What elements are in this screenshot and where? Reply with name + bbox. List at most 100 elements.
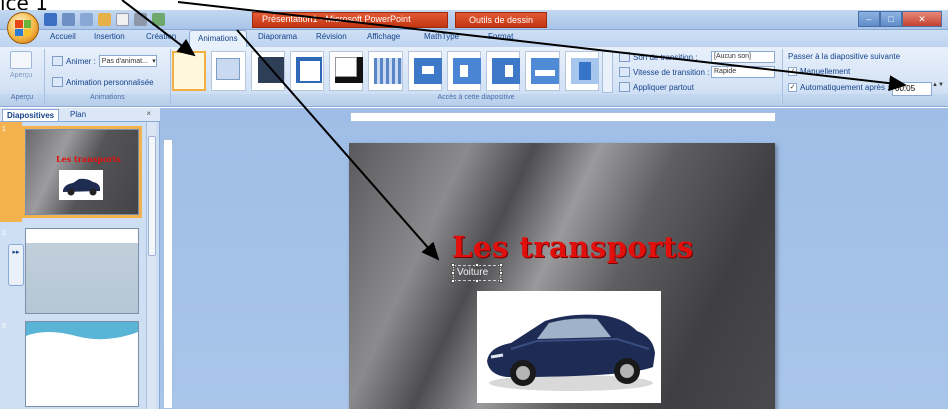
- thumb-header-band: [26, 229, 138, 243]
- tab-accueil[interactable]: Accueil: [50, 32, 76, 41]
- resize-handle[interactable]: [499, 271, 503, 275]
- quick-access-toolbar: [44, 13, 165, 26]
- group-label-transition: Accès à cette diapositive: [171, 94, 781, 106]
- ribbon-animations: Aperçu Aperçu Animer : Pas d'animat... ▾…: [0, 47, 948, 107]
- transition-thumb[interactable]: [564, 51, 599, 91]
- close-button[interactable]: ✕: [902, 11, 942, 27]
- slide-thumbnail-2[interactable]: [25, 228, 139, 314]
- auto-advance-checkbox[interactable]: ✓: [788, 83, 797, 92]
- scrollbar-thumb[interactable]: [148, 136, 156, 256]
- redo-icon[interactable]: [80, 13, 93, 26]
- chevron-down-icon: ▾: [152, 58, 156, 65]
- animer-value: Pas d'animat...: [101, 57, 148, 65]
- transition-thumb[interactable]: [525, 51, 560, 91]
- thumb-title: Les transports: [56, 154, 121, 164]
- gallery-scroll[interactable]: [602, 51, 613, 93]
- transition-thumb[interactable]: [368, 51, 403, 91]
- speed-icon: [619, 67, 630, 77]
- transition-thumb[interactable]: [289, 51, 325, 91]
- horizontal-ruler: [350, 112, 776, 122]
- transition-thumb[interactable]: [250, 51, 285, 91]
- animate-icon: [52, 56, 63, 66]
- transition-thumb[interactable]: [407, 51, 442, 91]
- customize-qat-icon[interactable]: [152, 13, 165, 26]
- thumb-wave: [26, 322, 138, 340]
- resize-handle[interactable]: [451, 271, 455, 275]
- ribbon-tabs: Accueil Insertion Création Animations Di…: [0, 30, 948, 48]
- custom-animation-label: Animation personnalisée: [66, 77, 154, 87]
- new-icon[interactable]: [116, 13, 129, 26]
- custom-animation-button[interactable]: Animation personnalisée: [52, 77, 154, 87]
- tab-mathtype[interactable]: MathType: [424, 32, 459, 41]
- slide-canvas[interactable]: Les transports Voiture: [349, 143, 775, 409]
- tab-revision[interactable]: Révision: [316, 32, 347, 41]
- pane-scrollbar[interactable]: [146, 122, 156, 409]
- office-logo-icon: [15, 20, 31, 36]
- advance-on-click-row: ✓ Manuellement: [788, 67, 850, 76]
- maximize-button[interactable]: □: [880, 11, 902, 27]
- transition-none-thumb[interactable]: [172, 51, 207, 91]
- tab-creation[interactable]: Création: [146, 32, 176, 41]
- preview-button[interactable]: [10, 51, 32, 69]
- preview-label: Aperçu: [10, 72, 33, 79]
- resize-handle[interactable]: [475, 263, 479, 267]
- vertical-ruler: [163, 139, 173, 409]
- resize-handle[interactable]: [499, 279, 503, 283]
- transition-sound-row: Son de transition :: [619, 52, 697, 62]
- transition-gallery: [172, 51, 599, 93]
- apply-all-label: Appliquer partout: [633, 82, 694, 92]
- transition-thumb[interactable]: [211, 51, 246, 91]
- slide-number: 3: [2, 323, 6, 330]
- slide-thumbnail-3[interactable]: [25, 321, 139, 407]
- car-image[interactable]: [477, 291, 661, 403]
- tab-diapositives[interactable]: Diapositives: [2, 109, 60, 121]
- collapse-pane-button[interactable]: ▸▸: [8, 244, 24, 286]
- open-icon[interactable]: [98, 13, 111, 26]
- tab-plan[interactable]: Plan: [66, 109, 90, 120]
- tab-animations[interactable]: Animations: [189, 30, 247, 48]
- animer-select[interactable]: Pas d'animat... ▾: [98, 55, 157, 67]
- selected-slide-marker: [0, 122, 22, 222]
- pane-close-icon[interactable]: ×: [146, 109, 151, 118]
- auto-advance-label: Automatiquement après :: [800, 83, 890, 92]
- transition-sound-label: Son de transition :: [633, 52, 698, 62]
- time-spinner[interactable]: ▲▼: [932, 82, 944, 96]
- transition-speed-select[interactable]: Rapide: [711, 66, 775, 78]
- slide-number: 1: [2, 126, 6, 133]
- tab-diaporama[interactable]: Diaporama: [258, 32, 297, 41]
- tab-insertion[interactable]: Insertion: [94, 32, 125, 41]
- resize-handle[interactable]: [499, 263, 503, 267]
- tab-affichage[interactable]: Affichage: [367, 32, 400, 41]
- undo-icon[interactable]: [62, 13, 75, 26]
- slide-title[interactable]: Les transports: [452, 230, 694, 264]
- transition-thumb[interactable]: [329, 51, 364, 91]
- on-click-checkbox[interactable]: ✓: [788, 67, 797, 76]
- office-button[interactable]: [7, 12, 39, 44]
- slides-pane: Diapositives Plan × 1 Les transports 2 3…: [0, 108, 160, 409]
- apply-all-button[interactable]: Appliquer partout: [619, 82, 694, 92]
- save-icon[interactable]: [44, 13, 57, 26]
- custom-animation-icon: [52, 77, 63, 87]
- slide-number: 2: [2, 230, 6, 237]
- apply-all-icon: [619, 82, 630, 92]
- resize-handle[interactable]: [451, 279, 455, 283]
- transition-speed-label: Vitesse de transition :: [633, 67, 710, 77]
- auto-advance-time-input[interactable]: 00:05: [892, 82, 932, 96]
- animer-row: Animer : Pas d'animat... ▾: [52, 55, 157, 67]
- slide-thumbnail-1[interactable]: Les transports: [22, 126, 142, 218]
- sound-icon: [619, 52, 630, 62]
- transition-thumb[interactable]: [486, 51, 521, 91]
- window-title: Présentation1 - Microsoft PowerPoint: [262, 14, 411, 24]
- print-icon[interactable]: [134, 13, 147, 26]
- resize-handle[interactable]: [475, 279, 479, 283]
- transition-sound-select[interactable]: [Aucun son]: [711, 51, 775, 63]
- on-click-label: Manuellement: [800, 67, 851, 76]
- minimize-button[interactable]: –: [858, 11, 880, 27]
- transition-thumb[interactable]: [446, 51, 482, 91]
- animer-label: Animer :: [66, 56, 96, 66]
- window-controls: – □ ✕: [858, 11, 942, 27]
- context-tab-drawing-tools: Outils de dessin: [455, 12, 547, 28]
- advance-auto-row: ✓ Automatiquement après :: [788, 83, 889, 92]
- resize-handle[interactable]: [451, 263, 455, 267]
- tab-format[interactable]: Format: [488, 32, 513, 41]
